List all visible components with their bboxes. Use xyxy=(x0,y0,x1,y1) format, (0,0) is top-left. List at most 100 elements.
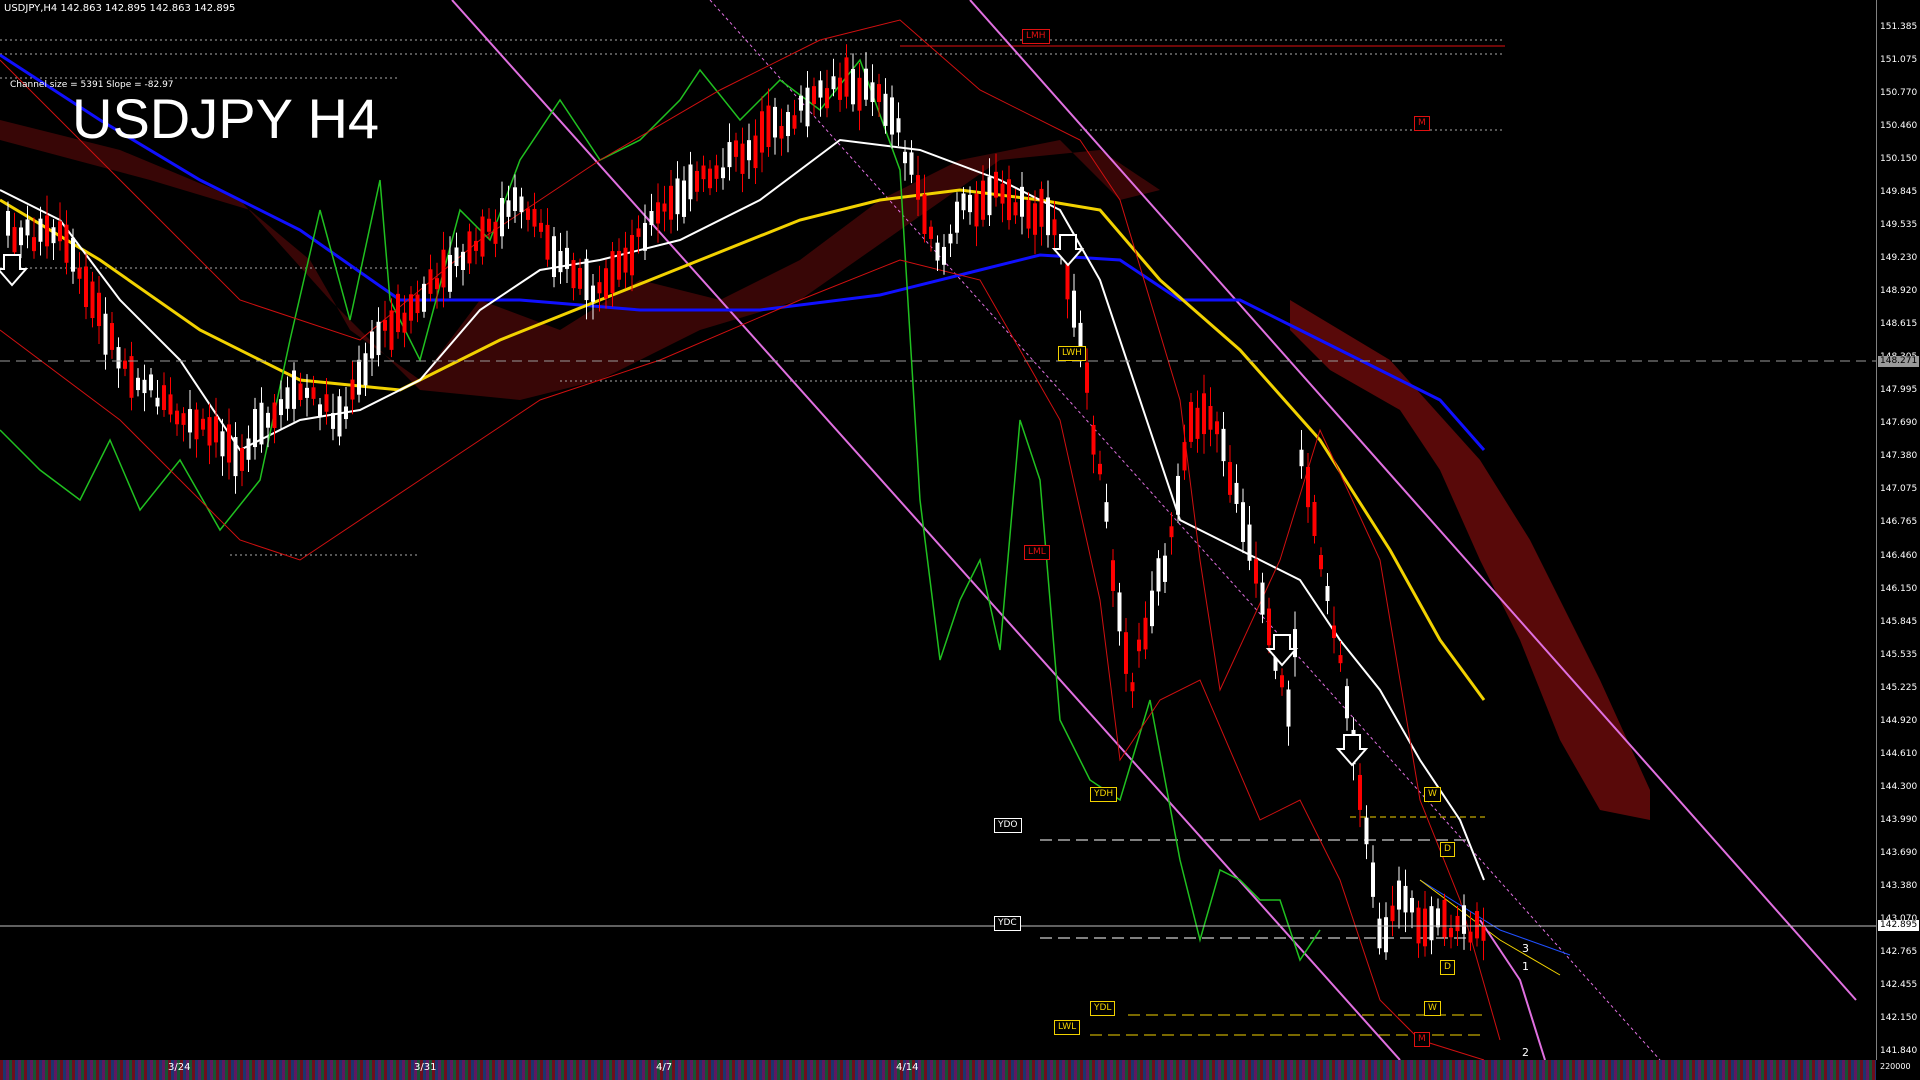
projection-line-2 xyxy=(1479,919,1546,1060)
candle-body-73 xyxy=(480,216,485,257)
candle-body-77 xyxy=(506,200,511,217)
candle-body-108 xyxy=(708,168,712,189)
ichimoku-cloud xyxy=(0,120,1650,820)
candle-body-104 xyxy=(682,180,686,217)
candle-body-224 xyxy=(1462,905,1466,934)
candle-body-213 xyxy=(1390,905,1395,922)
ydo-tag: YDO xyxy=(994,818,1022,833)
candle-body-187 xyxy=(1221,428,1226,462)
candle-body-112 xyxy=(734,140,738,157)
price-tick-0: 151.385 xyxy=(1880,22,1918,32)
price-tick-25: 143.690 xyxy=(1880,847,1918,858)
candle-body-34 xyxy=(227,424,231,463)
candle-body-200 xyxy=(1306,466,1310,508)
candle-body-190 xyxy=(1241,502,1245,542)
price-axis[interactable]: 151.385 151.075 150.770 150.460 150.150 149.8… xyxy=(1876,0,1920,1060)
axis-bottom-label: 220000 xyxy=(1880,1062,1911,1071)
candle-body-125 xyxy=(818,80,823,98)
candle-body-182 xyxy=(1189,401,1193,442)
candle-body-4 xyxy=(32,237,36,252)
candle-body-64 xyxy=(422,283,426,312)
candle-body-28 xyxy=(188,409,192,433)
chart-window[interactable]: USDJPY,H4 142.863 142.895 142.863 142.89… xyxy=(0,0,1920,1080)
candle-body-196 xyxy=(1280,675,1284,688)
candle-body-76 xyxy=(500,198,504,237)
candle-body-150 xyxy=(981,180,985,220)
candle-body-92 xyxy=(604,268,608,299)
date-tick-3: 4/14 xyxy=(896,1062,919,1073)
candle-body-221 xyxy=(1442,899,1447,938)
candle-body-161 xyxy=(1052,219,1057,236)
candle-body-166 xyxy=(1085,362,1089,393)
price-tick-26: 143.380 xyxy=(1880,880,1918,891)
candle-body-107 xyxy=(701,165,706,180)
candle-body-29 xyxy=(194,409,199,440)
candle-body-138 xyxy=(903,151,907,164)
candle-body-206 xyxy=(1345,686,1349,719)
candle-body-99 xyxy=(649,211,654,225)
candle-body-11 xyxy=(77,267,82,279)
channel-lower-line xyxy=(451,0,1401,1060)
candle-body-163 xyxy=(1065,261,1070,300)
candle-body-120 xyxy=(786,112,790,137)
candle-body-139 xyxy=(909,152,914,175)
channel-upper-line xyxy=(969,0,1857,1001)
candle-body-14 xyxy=(97,292,101,327)
candle-body-225 xyxy=(1468,931,1473,943)
candle-body-75 xyxy=(493,221,498,244)
candle-body-160 xyxy=(1046,197,1050,236)
candle-body-23 xyxy=(155,397,160,407)
candle-body-5 xyxy=(38,218,43,242)
candle-body-178 xyxy=(1163,555,1167,582)
candle-body-42 xyxy=(279,399,283,416)
candle-body-70 xyxy=(461,251,465,270)
projection-label-2: 2 xyxy=(1522,1046,1529,1059)
price-tick-3: 150.460 xyxy=(1880,121,1918,132)
candle-body-212 xyxy=(1384,917,1388,953)
price-tick-30: 142.150 xyxy=(1880,1012,1918,1023)
candle-body-159 xyxy=(1039,188,1044,227)
candle-body-181 xyxy=(1182,442,1187,471)
price-chart[interactable] xyxy=(0,0,1876,1060)
candle-body-1 xyxy=(12,227,17,253)
candle-body-31 xyxy=(207,417,212,446)
candle-body-49 xyxy=(324,394,329,412)
candle-body-146 xyxy=(955,201,959,233)
candle-body-96 xyxy=(630,235,634,276)
candle-body-54 xyxy=(357,359,361,395)
candle-body-155 xyxy=(1013,202,1018,216)
down-arrow-icon-2 xyxy=(1265,634,1299,667)
candle-body-41 xyxy=(272,402,277,429)
candle-body-26 xyxy=(175,410,179,425)
candle-body-72 xyxy=(474,240,478,251)
candle-body-3 xyxy=(25,219,30,236)
candle-body-218 xyxy=(1423,908,1427,947)
price-tick-1: 151.075 xyxy=(1880,55,1918,66)
candle-body-38 xyxy=(253,409,257,448)
candle-body-122 xyxy=(799,95,803,111)
candle-body-111 xyxy=(727,142,732,168)
candle-body-59 xyxy=(389,310,394,350)
m-top-tag: M xyxy=(1414,116,1430,131)
candle-body-22 xyxy=(149,374,153,391)
candle-body-20 xyxy=(136,377,140,391)
candle-body-53 xyxy=(350,379,355,400)
candle-body-145 xyxy=(948,233,953,244)
candle-body-194 xyxy=(1267,608,1271,646)
candle-body-24 xyxy=(162,385,166,410)
candle-body-103 xyxy=(675,178,680,215)
candle-body-94 xyxy=(617,250,621,280)
price-tick-19: 145.535 xyxy=(1880,649,1918,660)
price-tick-11: 147.995 xyxy=(1880,385,1918,396)
candle-body-21 xyxy=(142,379,147,394)
candle-body-6 xyxy=(45,215,49,247)
candle-body-91 xyxy=(597,282,602,294)
candle-body-167 xyxy=(1091,424,1096,455)
price-tick-21: 144.920 xyxy=(1880,715,1918,726)
candle-body-12 xyxy=(84,266,88,308)
candle-body-154 xyxy=(1007,179,1011,221)
candle-body-78 xyxy=(513,187,517,211)
candle-body-105 xyxy=(688,164,693,200)
candle-body-48 xyxy=(318,404,322,417)
candle-body-223 xyxy=(1455,915,1460,932)
